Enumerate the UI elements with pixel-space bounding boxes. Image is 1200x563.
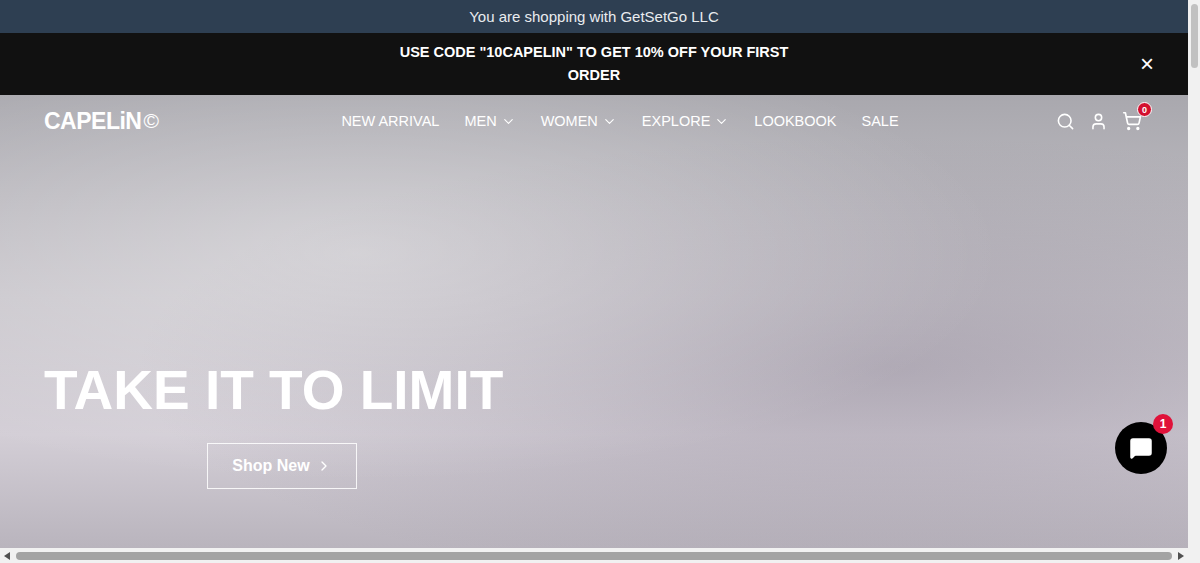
- cart-count-badge: 0: [1137, 102, 1152, 117]
- vertical-scrollbar[interactable]: [1188, 0, 1200, 563]
- hero-headline: TAKE IT TO LIMIT: [44, 359, 1188, 421]
- cart-button[interactable]: 0: [1122, 111, 1142, 131]
- chat-badge: 1: [1153, 414, 1173, 434]
- header-icons: 0: [1056, 111, 1142, 131]
- account-button[interactable]: [1089, 112, 1108, 131]
- scroll-right-icon[interactable]: [1178, 552, 1184, 560]
- nav-item[interactable]: EXPLORE: [642, 113, 730, 129]
- chevron-down-icon: [602, 114, 617, 129]
- horizontal-scrollbar[interactable]: [0, 548, 1188, 563]
- chevron-down-icon: [501, 114, 516, 129]
- user-icon: [1089, 112, 1108, 131]
- hero-body: TAKE IT TO LIMIT Shop New: [0, 147, 1188, 548]
- nav-item[interactable]: LOOKBOOK: [754, 113, 836, 129]
- header: CAPELiN© NEW ARRIVAL MEN WOMEN EXPLORE LOOKBO…: [0, 95, 1188, 147]
- nav-item[interactable]: NEW ARRIVAL: [341, 113, 439, 129]
- announcement-bar: You are shopping with GetSetGo LLC: [0, 0, 1188, 33]
- chevron-right-icon: [316, 458, 332, 474]
- page: You are shopping with GetSetGo LLC USE CO…: [0, 0, 1200, 563]
- search-icon: [1056, 112, 1075, 131]
- nav-item[interactable]: MEN: [464, 113, 515, 129]
- logo[interactable]: CAPELiN©: [44, 108, 244, 135]
- logo-mark: ©: [143, 109, 158, 133]
- shop-new-button[interactable]: Shop New: [207, 443, 357, 489]
- main: You are shopping with GetSetGo LLC USE CO…: [0, 0, 1188, 563]
- promo-bar: USE CODE "10CAPELIN" TO GET 10% OFF YOUR…: [0, 33, 1188, 95]
- search-button[interactable]: [1056, 112, 1075, 131]
- scrollbar-thumb[interactable]: [16, 552, 1172, 560]
- scroll-left-icon[interactable]: [4, 552, 10, 560]
- nav-item[interactable]: SALE: [862, 113, 899, 129]
- hero: CAPELiN© NEW ARRIVAL MEN WOMEN EXPLORE LOOKBO…: [0, 95, 1188, 548]
- chat-icon: [1129, 436, 1153, 460]
- main-nav: NEW ARRIVAL MEN WOMEN EXPLORE LOOKBOOK SALE: [244, 113, 1056, 129]
- promo-text: USE CODE "10CAPELIN" TO GET 10% OFF YOUR…: [394, 41, 794, 87]
- scrollbar-thumb[interactable]: [1191, 4, 1198, 68]
- chevron-down-icon: [714, 114, 729, 129]
- nav-item[interactable]: WOMEN: [541, 113, 617, 129]
- chat-button[interactable]: 1: [1115, 422, 1167, 474]
- close-button[interactable]: ×: [1140, 52, 1154, 76]
